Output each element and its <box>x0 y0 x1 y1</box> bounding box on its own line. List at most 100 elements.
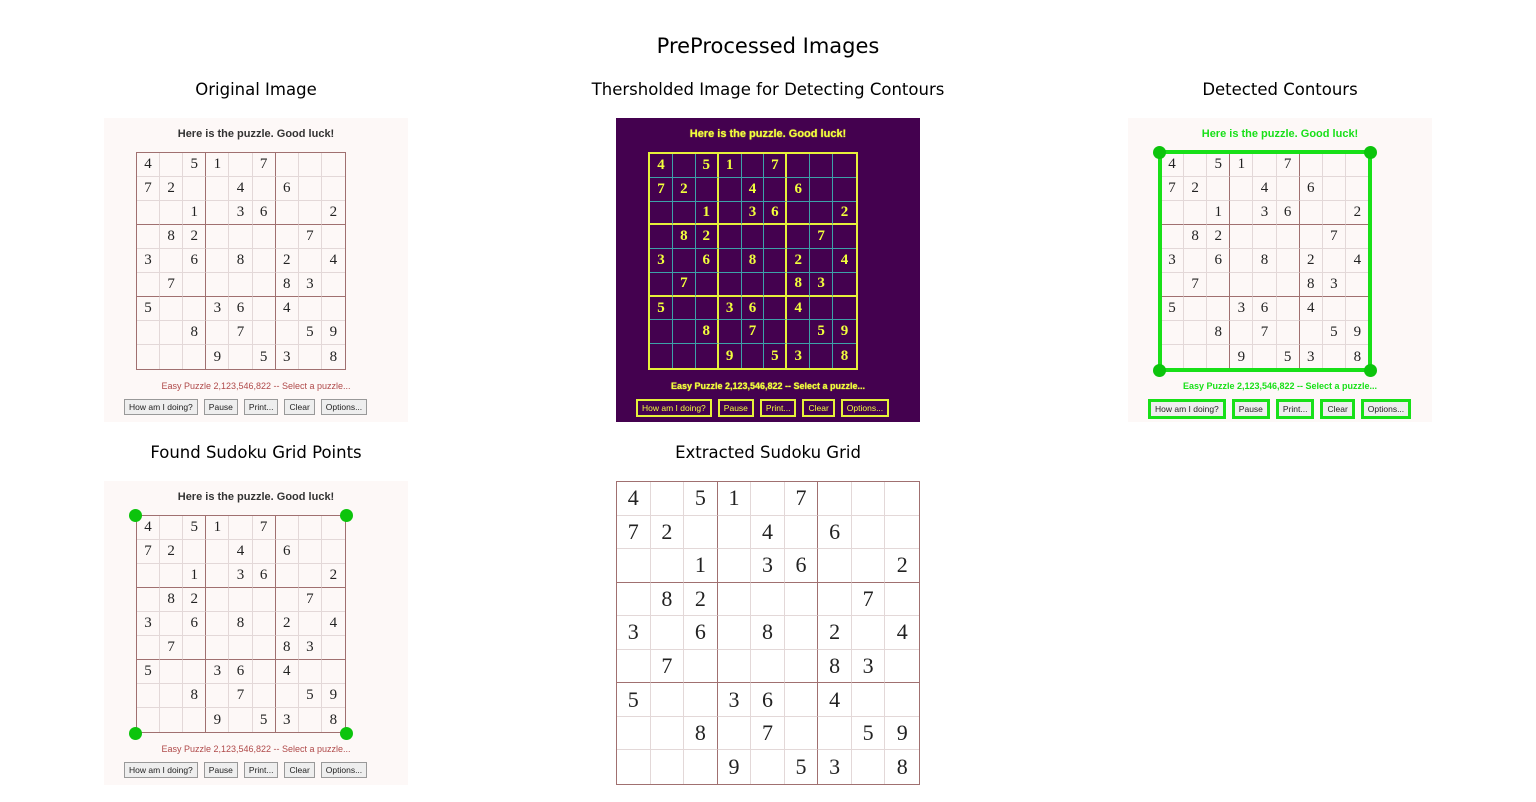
sudoku-cell: 6 <box>784 549 819 583</box>
sudoku-cell <box>229 588 253 612</box>
sudoku-cell: 8 <box>183 684 207 708</box>
sudoku-cell: 2 <box>787 249 811 273</box>
original-image-title: Original Image <box>195 80 317 99</box>
sudoku-cell: 8 <box>672 225 696 250</box>
sudoku-cell <box>695 177 719 202</box>
sudoku-cell: 5 <box>137 297 161 321</box>
sudoku-cell <box>810 296 834 321</box>
sudoku-cell <box>718 249 742 273</box>
threshold-image-title: Thersholded Image for Detecting Contours <box>591 80 945 99</box>
sudoku-cell <box>183 660 207 684</box>
puzzle-buttons: How am I doing? Pause Print... Clear Options… <box>636 399 890 417</box>
sudoku-cell: 2 <box>183 588 207 612</box>
sudoku-cell <box>321 588 345 612</box>
sudoku-cell <box>275 321 299 345</box>
sudoku-cell <box>183 345 207 369</box>
sudoku-cell <box>717 616 752 650</box>
sudoku-cell: 7 <box>298 225 322 249</box>
sudoku-cell <box>160 612 184 636</box>
sudoku-cell <box>818 716 852 751</box>
sudoku-cell: 9 <box>321 321 345 345</box>
sudoku-cell: 4 <box>650 154 673 178</box>
contour-corner-dot <box>1153 364 1166 377</box>
sudoku-cell <box>206 273 230 297</box>
sudoku-cell <box>885 583 919 617</box>
sudoku-cell <box>252 684 276 708</box>
sudoku-cell: 8 <box>741 249 765 273</box>
sudoku-cell: 6 <box>764 201 788 226</box>
sudoku-cell <box>137 636 161 660</box>
extracted-grid-title: Extracted Sudoku Grid <box>675 443 861 462</box>
sudoku-cell: 3 <box>298 636 322 660</box>
sudoku-cell: 7 <box>851 582 886 617</box>
grid-corner-point <box>129 727 142 740</box>
original-image-panel: Here is the puzzle. Good luck! 451772461… <box>104 118 408 422</box>
puzzle-button: Options... <box>320 399 368 415</box>
sudoku-cell <box>741 154 765 178</box>
sudoku-cell <box>751 649 785 684</box>
sudoku-cell <box>321 273 345 297</box>
sudoku-cell <box>852 750 886 784</box>
sudoku-cell <box>160 345 184 369</box>
sudoku-cell: 5 <box>695 154 719 178</box>
sudoku-cell <box>137 345 161 369</box>
puzzle-button: How am I doing? <box>124 762 198 778</box>
sudoku-cell: 9 <box>833 320 856 345</box>
sudoku-cell <box>252 249 276 273</box>
sudoku-cell <box>252 225 276 249</box>
puzzle-buttons: How am I doing? Pause Print... Clear Options… <box>124 762 368 778</box>
sudoku-cell: 3 <box>741 201 765 226</box>
sudoku-cell <box>851 515 886 550</box>
sudoku-cell <box>160 153 184 177</box>
puzzle-footer: Easy Puzzle 2,123,546,822 -- Select a pu… <box>161 744 351 754</box>
sudoku-cell <box>696 344 719 368</box>
sudoku-cell: 7 <box>229 321 253 345</box>
sudoku-cell <box>751 482 785 516</box>
sudoku-cell <box>833 154 856 178</box>
sudoku-cell <box>717 549 752 583</box>
sudoku-cell: 2 <box>833 202 856 226</box>
sudoku-cell: 5 <box>764 344 788 368</box>
sudoku-cell <box>298 564 322 588</box>
sudoku-cell <box>885 650 919 684</box>
contours-image-panel: Here is the puzzle. Good luck! 451772461… <box>1128 118 1432 422</box>
sudoku-cell <box>252 297 276 321</box>
sudoku-cell <box>206 540 230 564</box>
sudoku-cell <box>717 716 752 751</box>
sudoku-cell: 5 <box>785 750 819 784</box>
sudoku-cell <box>784 716 819 751</box>
sudoku-cell: 5 <box>137 660 161 684</box>
sudoku-cell: 8 <box>840 347 849 364</box>
sudoku-cell <box>206 177 230 201</box>
sudoku-cell <box>718 272 742 297</box>
sudoku-cell: 5 <box>183 153 207 177</box>
contour-corner-dot <box>1364 146 1377 159</box>
sudoku-cell: 9 <box>321 684 345 708</box>
sudoku-cell: 5 <box>183 516 207 540</box>
sudoku-cell <box>252 660 276 684</box>
sudoku-cell <box>299 708 322 732</box>
sudoku-cell <box>275 588 299 612</box>
sudoku-cell <box>650 201 673 226</box>
sudoku-cell <box>298 540 322 564</box>
sudoku-cell <box>718 177 742 202</box>
sudoku-cell <box>617 716 651 751</box>
sudoku-cell: 6 <box>751 683 785 717</box>
puzzle-button: Pause <box>717 399 754 417</box>
sudoku-cell <box>818 549 852 583</box>
puzzle-button: Print... <box>243 399 279 415</box>
sudoku-grid: 45177246136282736824783536487599538 <box>616 481 920 785</box>
sudoku-cell <box>684 683 718 717</box>
sudoku-cell <box>160 660 184 684</box>
sudoku-cell <box>160 516 184 540</box>
sudoku-cell <box>298 297 322 321</box>
sudoku-cell <box>764 225 788 250</box>
sudoku-cell <box>818 582 852 617</box>
sudoku-cell <box>183 177 207 201</box>
sudoku-cell: 8 <box>896 754 908 780</box>
sudoku-cell: 3 <box>137 612 161 636</box>
sudoku-cell: 7 <box>650 177 673 202</box>
sudoku-cell: 7 <box>252 153 276 177</box>
sudoku-cell <box>784 649 819 684</box>
sudoku-cell <box>617 549 651 583</box>
